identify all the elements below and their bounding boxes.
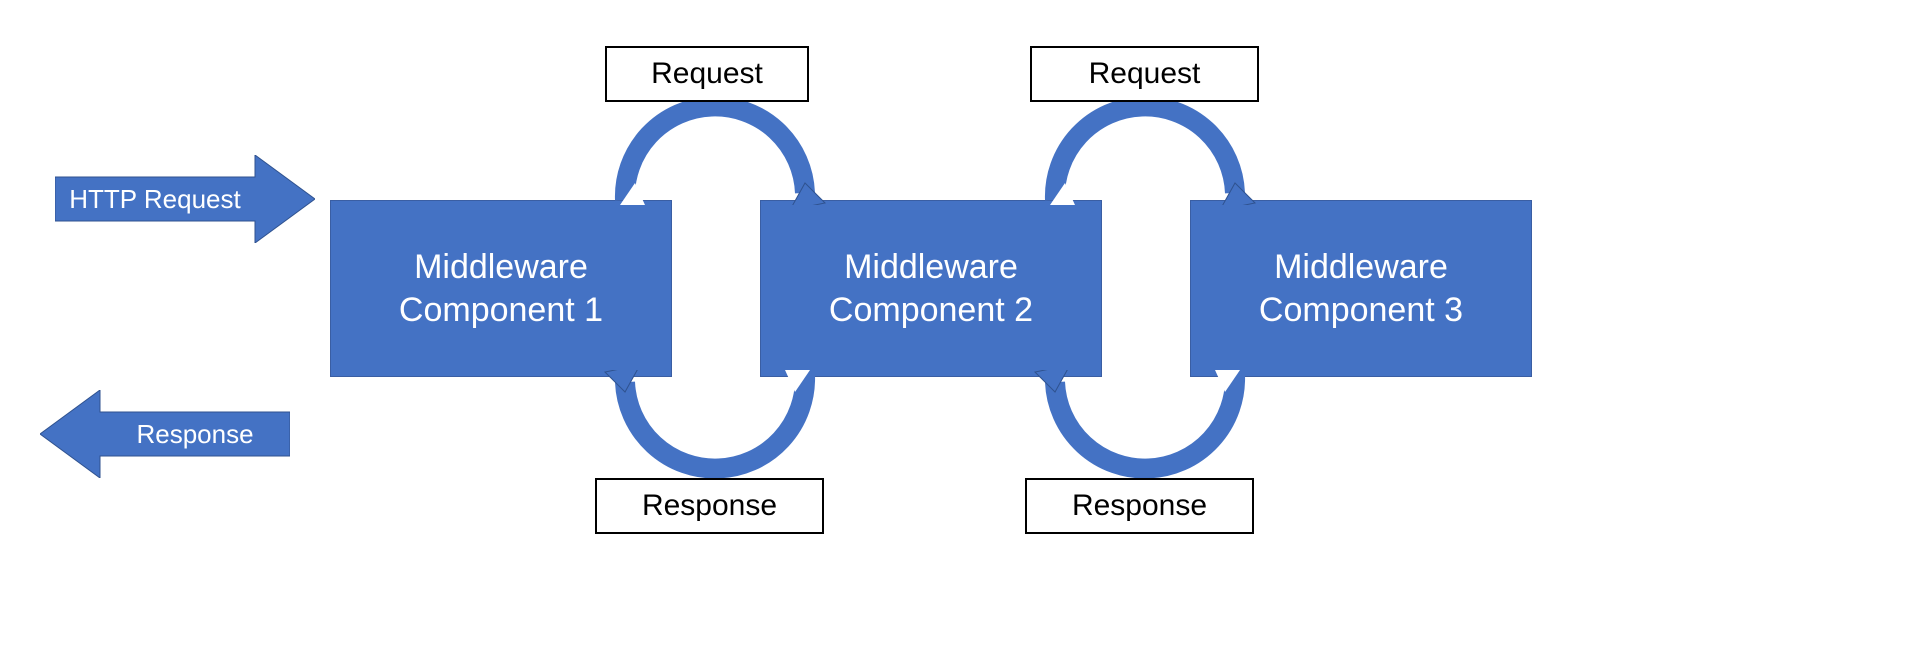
response-label-2-1-text: Response [642, 489, 777, 523]
request-label-1-2: Request [605, 46, 809, 102]
http-response-arrow: Response [40, 390, 290, 478]
http-response-label: Response [136, 419, 253, 450]
request-label-1-2-text: Request [651, 57, 763, 91]
middleware-box-2: Middleware Component 2 [760, 200, 1102, 377]
http-request-label: HTTP Request [69, 184, 240, 215]
middleware-box-3-label: Middleware Component 3 [1259, 246, 1463, 331]
middleware-pipeline-diagram: HTTP Request Response Middleware Compone… [0, 0, 1907, 668]
http-request-arrow: HTTP Request [55, 155, 315, 243]
middleware-box-2-label: Middleware Component 2 [829, 246, 1033, 331]
middleware-box-3: Middleware Component 3 [1190, 200, 1532, 377]
request-label-2-3-text: Request [1089, 57, 1201, 91]
response-label-2-1: Response [595, 478, 824, 534]
middleware-box-1-label: Middleware Component 1 [399, 246, 603, 331]
response-label-3-2-text: Response [1072, 489, 1207, 523]
middleware-box-1: Middleware Component 1 [330, 200, 672, 377]
request-label-2-3: Request [1030, 46, 1259, 102]
response-label-3-2: Response [1025, 478, 1254, 534]
